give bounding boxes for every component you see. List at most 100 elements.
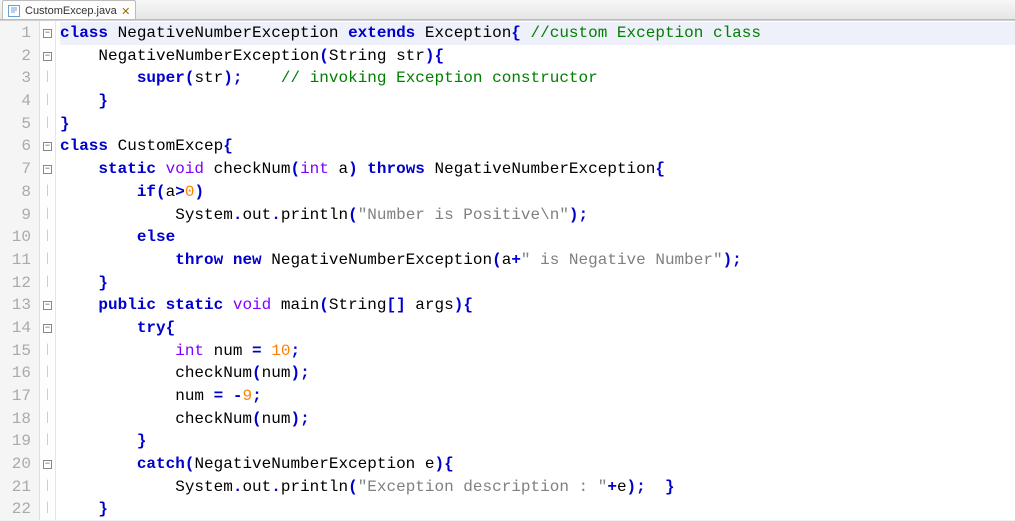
token-plain: checkNum — [204, 160, 290, 178]
token-kw: { — [434, 47, 444, 65]
close-tab-icon[interactable]: ✕ — [121, 6, 131, 16]
code-line[interactable]: } — [60, 113, 1015, 136]
code-line[interactable]: catch(NegativeNumberException e){ — [60, 453, 1015, 476]
line-number: 13 — [0, 294, 31, 317]
token-kw: { — [166, 319, 176, 337]
code-area[interactable]: class NegativeNumberException extends Ex… — [56, 21, 1015, 520]
code-line[interactable]: System.out.println("Number is Positive\n… — [60, 204, 1015, 227]
line-number: 21 — [0, 476, 31, 499]
token-plain — [60, 183, 137, 201]
token-kw: ( — [319, 47, 329, 65]
token-kw: ) — [434, 455, 444, 473]
fold-toggle-icon[interactable]: − — [43, 142, 52, 151]
token-kw: ) — [223, 69, 233, 87]
fold-guide: │ — [44, 226, 50, 249]
token-plain: NegativeNumberException — [262, 251, 492, 269]
token-kw: try — [137, 319, 166, 337]
fold-guide: │ — [44, 113, 50, 136]
line-number: 19 — [0, 430, 31, 453]
token-plain: a — [329, 160, 348, 178]
token-tp: void — [233, 296, 271, 314]
line-number-gutter: 12345678910111213141516171819202122 — [0, 21, 40, 520]
code-line[interactable]: super(str); // invoking Exception constr… — [60, 67, 1015, 90]
token-plain: checkNum — [60, 410, 252, 428]
token-num: 0 — [185, 183, 195, 201]
token-num: 10 — [271, 342, 290, 360]
code-line[interactable]: try{ — [60, 317, 1015, 340]
code-line[interactable]: int num = 10; — [60, 340, 1015, 363]
token-plain — [60, 342, 175, 360]
fold-toggle-icon[interactable]: − — [43, 29, 52, 38]
token-plain — [223, 387, 233, 405]
line-number: 11 — [0, 249, 31, 272]
token-kw: + — [511, 251, 521, 269]
fold-toggle-icon[interactable]: − — [43, 301, 52, 310]
code-line[interactable]: checkNum(num); — [60, 362, 1015, 385]
token-kw: { — [223, 137, 233, 155]
fold-toggle-icon[interactable]: − — [43, 165, 52, 174]
token-plain: NegativeNumberException — [60, 47, 319, 65]
code-line[interactable]: public static void main(String[] args){ — [60, 294, 1015, 317]
token-kw: = — [252, 342, 262, 360]
code-line[interactable]: checkNum(num); — [60, 408, 1015, 431]
code-line[interactable]: if(a>0) — [60, 181, 1015, 204]
code-line[interactable]: static void checkNum(int a) throws Negat… — [60, 158, 1015, 181]
token-plain: num — [204, 342, 252, 360]
code-line[interactable]: } — [60, 90, 1015, 113]
token-plain: Exception — [415, 24, 511, 42]
code-line[interactable]: System.out.println("Exception descriptio… — [60, 476, 1015, 499]
token-str: "Number is Positive\n" — [358, 206, 569, 224]
code-line[interactable]: } — [60, 272, 1015, 295]
token-plain — [60, 228, 137, 246]
token-plain: System — [60, 206, 233, 224]
line-number: 3 — [0, 67, 31, 90]
token-kw: ; — [300, 364, 310, 382]
java-file-icon — [7, 4, 21, 18]
code-line[interactable]: class CustomExcep{ — [60, 135, 1015, 158]
token-kw: class — [60, 24, 108, 42]
token-plain: a — [502, 251, 512, 269]
tab-customexcep[interactable]: CustomExcep.java ✕ — [2, 0, 136, 19]
fold-toggle-icon[interactable]: − — [43, 52, 52, 61]
fold-toggle-icon[interactable]: − — [43, 324, 52, 333]
token-kw: ( — [185, 455, 195, 473]
token-str: "Exception description : " — [358, 478, 608, 496]
code-line[interactable]: num = -9; — [60, 385, 1015, 408]
token-plain — [521, 24, 531, 42]
token-plain — [646, 478, 665, 496]
fold-guide: │ — [44, 408, 50, 431]
code-line[interactable]: class NegativeNumberException extends Ex… — [60, 22, 1015, 45]
token-kw: ( — [348, 478, 358, 496]
token-kw: { — [444, 455, 454, 473]
token-tp: void — [166, 160, 204, 178]
token-plain: num — [60, 387, 214, 405]
code-line[interactable]: else — [60, 226, 1015, 249]
fold-toggle-icon[interactable]: − — [43, 460, 52, 469]
line-number: 22 — [0, 498, 31, 521]
token-kw: ( — [156, 183, 166, 201]
token-kw: ) — [627, 478, 637, 496]
token-plain — [60, 432, 137, 450]
token-kw: static — [166, 296, 224, 314]
token-kw: throws — [367, 160, 425, 178]
token-plain: println — [281, 206, 348, 224]
token-plain: NegativeNumberException e — [194, 455, 434, 473]
code-line[interactable]: } — [60, 430, 1015, 453]
code-line[interactable]: NegativeNumberException(String str){ — [60, 45, 1015, 68]
token-kw: ; — [579, 206, 589, 224]
line-number: 4 — [0, 90, 31, 113]
code-line[interactable]: } — [60, 498, 1015, 520]
code-line[interactable]: throw new NegativeNumberException(a+" is… — [60, 249, 1015, 272]
token-plain: NegativeNumberException — [425, 160, 655, 178]
line-number: 7 — [0, 158, 31, 181]
token-kw: } — [98, 274, 108, 292]
token-plain: num — [262, 410, 291, 428]
token-kw: > — [175, 183, 185, 201]
token-kw: [] — [386, 296, 405, 314]
token-tp: int — [300, 160, 329, 178]
token-cm: // invoking Exception constructor — [281, 69, 598, 87]
token-plain — [60, 455, 137, 473]
token-kw: ( — [185, 69, 195, 87]
line-number: 17 — [0, 385, 31, 408]
token-plain — [60, 274, 98, 292]
